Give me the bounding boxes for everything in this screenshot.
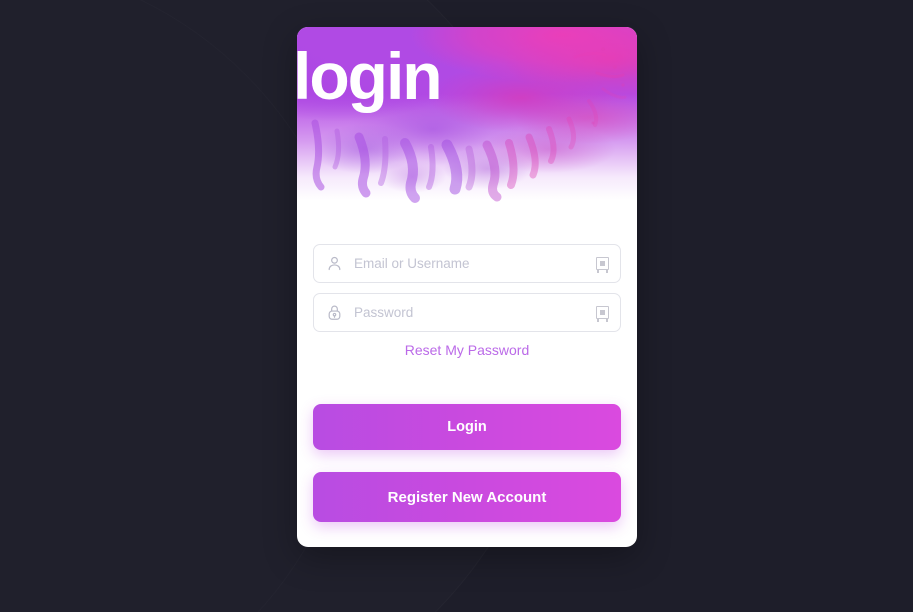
lock-icon [314,304,354,321]
password-field[interactable] [313,293,621,332]
broken-image-icon [596,257,609,273]
login-card: login Email or Username Reset My Passwor… [297,27,637,547]
password-input[interactable] [354,305,596,320]
login-button[interactable]: Login [313,404,621,450]
username-field[interactable] [313,244,621,283]
register-new-account-button[interactable]: Register New Account [313,472,621,522]
login-form: Reset My Password Login Register New Acc… [297,224,637,522]
user-icon [314,255,354,272]
page-title: login [297,39,443,113]
broken-image-icon [596,306,609,322]
username-input[interactable] [354,256,596,271]
reset-password-row: Reset My Password [313,342,621,360]
reset-password-link[interactable]: Reset My Password [405,342,529,358]
card-hero-banner: login [297,27,637,224]
